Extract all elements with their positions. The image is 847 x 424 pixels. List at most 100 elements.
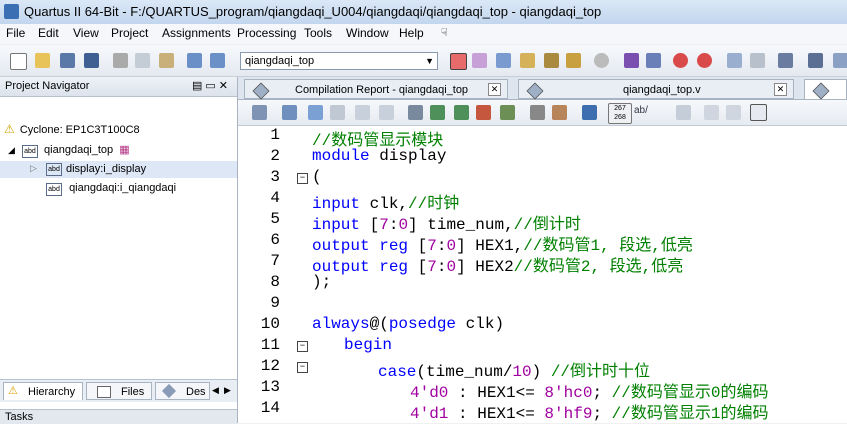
menu-tools[interactable]: Tools: [304, 26, 332, 40]
fitter-icon[interactable]: [566, 53, 581, 68]
tree-item-display[interactable]: ▷ abd display:i_display: [0, 161, 237, 178]
qiangdaqi-instance-label: qiangdaqi:i_qiangdaqi: [69, 182, 177, 194]
keyword: module: [312, 147, 370, 165]
open-icon[interactable]: [35, 53, 50, 68]
unindent-icon[interactable]: [379, 105, 394, 120]
menu-file[interactable]: File: [6, 26, 25, 40]
new-file-icon[interactable]: [10, 53, 27, 70]
menu-assignments[interactable]: Assignments: [162, 26, 231, 40]
tab-verilog-file-label: qiangdaqi_top.v: [623, 84, 701, 96]
symbol-icon[interactable]: [582, 105, 597, 120]
tab-scroll-left-icon[interactable]: ◀: [212, 385, 219, 396]
rtl-viewer-icon[interactable]: [727, 53, 742, 68]
menu-window[interactable]: Window: [346, 26, 389, 40]
bookmark-icon[interactable]: [408, 105, 423, 120]
timequest-icon[interactable]: [697, 53, 712, 68]
navigator-title: Project Navigator: [5, 80, 90, 92]
menu-view[interactable]: View: [73, 26, 99, 40]
code-line-14: 4'd1 : HEX1<= 8'hf9; //数码管显示1的编码: [410, 399, 768, 423]
prev-bookmark-icon[interactable]: [454, 105, 469, 120]
stop-icon[interactable]: [594, 53, 609, 68]
more-icon[interactable]: [833, 53, 847, 68]
fold-toggle-icon[interactable]: −: [297, 362, 308, 373]
find-next-icon[interactable]: [308, 105, 323, 120]
split-icon[interactable]: [704, 105, 719, 120]
tree-item-qiangdaqi[interactable]: abd qiangdaqi:i_qiangdaqi: [46, 182, 176, 196]
code-icon[interactable]: [552, 105, 567, 120]
tab-active-file[interactable]: [804, 79, 847, 100]
timing-icon[interactable]: [673, 53, 688, 68]
menu-project[interactable]: Project: [111, 26, 148, 40]
fold-toggle-icon[interactable]: −: [297, 341, 308, 352]
line-number: 6: [270, 231, 280, 249]
code-text: display: [369, 147, 447, 165]
panel-controls[interactable]: ▤▭✕: [192, 79, 231, 92]
tab-hierarchy-label: Hierarchy: [28, 386, 76, 398]
verilog-tab-icon: [812, 82, 830, 100]
save-icon[interactable]: [60, 53, 75, 68]
analysis-icon[interactable]: [520, 53, 535, 68]
top-entity-label: qiangdaqi_top: [44, 144, 114, 156]
copy-icon[interactable]: [135, 53, 150, 68]
tab-files[interactable]: Files: [86, 382, 152, 400]
code-text: ] HEX2: [456, 258, 514, 276]
print-icon[interactable]: [252, 105, 267, 120]
close-icon[interactable]: ✕: [488, 83, 501, 96]
redo-icon[interactable]: [210, 53, 225, 68]
tree-item-top[interactable]: ◢ abd qiangdaqi_top ▦: [8, 143, 130, 158]
netlist-icon[interactable]: [750, 53, 765, 68]
goto-line-icon[interactable]: [330, 105, 345, 120]
next-bookmark-icon[interactable]: [430, 105, 445, 120]
close-icon[interactable]: ✕: [774, 83, 787, 96]
code-text: [: [408, 258, 428, 276]
undo-icon[interactable]: [187, 53, 202, 68]
chip-planner-icon[interactable]: [450, 53, 467, 70]
clear-bookmarks-icon[interactable]: [476, 105, 491, 120]
tile-icon[interactable]: [726, 105, 741, 120]
keyword: reg: [379, 258, 409, 276]
code-text: :: [436, 258, 447, 276]
compile-icon[interactable]: [624, 53, 639, 68]
tab-scroll-right-icon[interactable]: ▶: [224, 385, 231, 396]
editor-toolbar: 267 268 ab/: [238, 100, 847, 126]
settings-icon[interactable]: [472, 53, 487, 68]
quartus-app-icon: [4, 4, 19, 19]
start-analysis-icon[interactable]: [646, 53, 661, 68]
verilog-tab-icon: [526, 82, 544, 100]
design-units-icon: [161, 383, 177, 399]
view-icon[interactable]: [676, 105, 691, 120]
menu-edit[interactable]: Edit: [38, 26, 59, 40]
keyword: always: [312, 315, 370, 333]
tab-compilation-report[interactable]: Compilation Report - qiangdaqi_top ✕: [244, 79, 508, 100]
display-instance-label: display:i_display: [66, 163, 147, 175]
indent-icon[interactable]: [355, 105, 370, 120]
tab-files-label: Files: [121, 386, 145, 398]
menu-processing[interactable]: Processing: [237, 26, 296, 40]
fold-toggle-icon[interactable]: −: [297, 173, 308, 184]
chip-icon[interactable]: [778, 53, 793, 68]
tab-hierarchy[interactable]: ⚠ Hierarchy: [3, 382, 83, 400]
insert-template-icon[interactable]: [530, 105, 545, 120]
device-row[interactable]: ⚠ Cyclone: EP1C3T100C8: [4, 122, 140, 136]
code-editor[interactable]: 1 2 3 4 5 6 7 8 9 10 11 12 13 14 − − − /…: [238, 126, 847, 423]
spell-icon[interactable]: ab/: [634, 105, 649, 120]
help-pointer-icon[interactable]: ☟: [441, 26, 448, 39]
save-all-icon[interactable]: [84, 53, 99, 68]
tab-design-units[interactable]: Des: [155, 382, 210, 400]
tab-verilog-file[interactable]: qiangdaqi_top.v ✕: [518, 79, 794, 100]
editor-tabs: Compilation Report - qiangdaqi_top ✕ qia…: [238, 77, 847, 100]
programmer-icon[interactable]: [808, 53, 823, 68]
paste-icon[interactable]: [159, 53, 174, 68]
find-icon[interactable]: [282, 105, 297, 120]
menu-help[interactable]: Help: [399, 26, 424, 40]
window-icon[interactable]: [750, 104, 767, 121]
comment: //数码管显示1的编码: [611, 405, 769, 423]
synthesis-icon[interactable]: [544, 53, 559, 68]
tab-design-units-label: Des: [186, 386, 206, 398]
entity-select[interactable]: qiangdaqi_top ▼: [240, 52, 438, 70]
cut-icon[interactable]: [113, 53, 128, 68]
comment-icon[interactable]: [500, 105, 515, 120]
assign-icon[interactable]: [496, 53, 511, 68]
line-number-icon[interactable]: 267 268: [608, 103, 632, 124]
